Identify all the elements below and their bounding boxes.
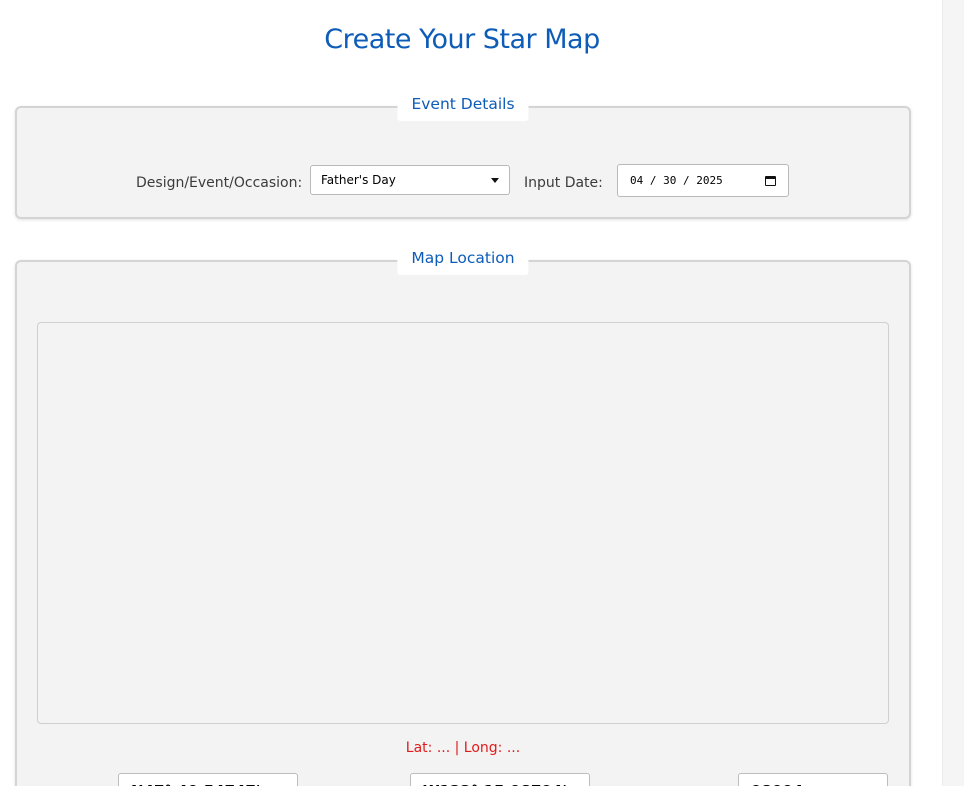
event-details-legend: Event Details: [397, 91, 529, 121]
page: Create Your Star Map Event Details Desig…: [0, 0, 964, 786]
occasion-select-value: Father's Day: [321, 173, 396, 187]
scrollbar-track[interactable]: [942, 0, 964, 786]
zip-code-input[interactable]: 98004: [738, 773, 888, 786]
date-input[interactable]: 04 / 30 / 2025: [617, 164, 789, 197]
calendar-icon[interactable]: [765, 175, 776, 186]
page-title: Create Your Star Map: [324, 24, 600, 55]
map-canvas[interactable]: [37, 322, 889, 724]
latitude-input[interactable]: N47° 40.54747': [118, 773, 298, 786]
longitude-input[interactable]: W122° 15.98794': [410, 773, 590, 786]
occasion-label: Design/Event/Occasion:: [136, 175, 303, 191]
date-input-value: 04 / 30 / 2025: [630, 174, 723, 187]
chevron-down-icon: [491, 177, 499, 183]
date-label: Input Date:: [524, 175, 603, 191]
map-location-legend: Map Location: [397, 245, 529, 275]
coordinates-readout: Lat: ... | Long: ...: [405, 740, 521, 756]
map-location-section: Map Location Lat: ... | Long: ... N47° 4…: [15, 245, 911, 786]
occasion-select[interactable]: Father's Day: [310, 165, 510, 195]
event-details-section: Event Details Design/Event/Occasion: Fat…: [15, 91, 911, 219]
